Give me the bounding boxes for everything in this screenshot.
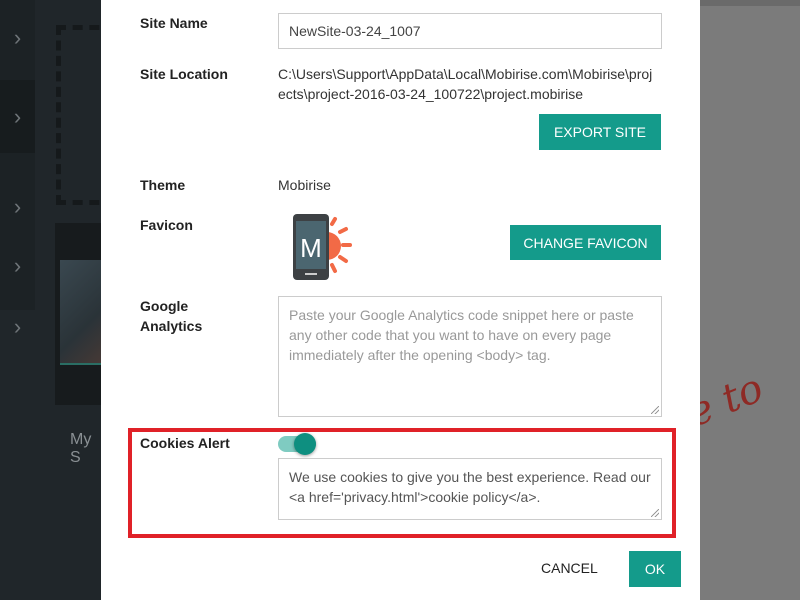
cookies-alert-textarea[interactable]: We use cookies to give you the best expe… [278,458,662,520]
cookies-alert-text: We use cookies to give you the best expe… [289,469,651,505]
canvas-top-bar [700,0,800,6]
toggle-knob [294,433,316,455]
sidebar: › › › › › [0,0,35,339]
site-location-line1: C:\Users\Support\AppData\Local\Mobirise.… [278,66,653,82]
site-card-label: My S [70,431,92,466]
resize-handle[interactable] [651,509,659,517]
ok-button[interactable]: OK [629,551,681,587]
google-analytics-textarea[interactable]: Paste your Google Analytics code snippet… [278,296,662,417]
background-app: › › › › › My S [0,0,116,600]
sidebar-chevron-4[interactable]: › [0,244,35,288]
site-name-label: Site Name [140,15,208,31]
sidebar-chevron-1[interactable]: › [0,18,35,58]
theme-label: Theme [140,177,186,193]
favicon-mobirise-icon: M [293,214,352,280]
export-site-button[interactable]: EXPORT SITE [539,114,661,150]
site-settings-modal: Site Name NewSite-03-24_1007 Site Locati… [101,0,700,600]
cancel-button[interactable]: CANCEL [541,560,598,576]
sidebar-chevron-3[interactable]: › [0,185,35,229]
cookies-alert-toggle[interactable] [278,433,316,455]
favicon-label: Favicon [140,217,193,233]
favicon-letter: M [300,233,322,263]
google-analytics-label-1: Google [140,298,189,314]
site-name-input[interactable]: NewSite-03-24_1007 [278,13,662,49]
resize-handle[interactable] [651,406,659,414]
google-analytics-placeholder: Paste your Google Analytics code snippet… [289,307,634,363]
google-analytics-label-2: Analytics [140,318,203,334]
background-canvas [700,0,800,600]
sidebar-chevron-5[interactable]: › [0,305,35,349]
sidebar-chevron-2[interactable]: › [0,80,35,153]
change-favicon-button[interactable]: CHANGE FAVICON [510,225,661,260]
site-location-line2: ects\project-2016-03-24_100722\project.m… [278,86,584,102]
cookies-alert-label: Cookies Alert [140,435,230,451]
site-location-label: Site Location [140,66,228,82]
theme-value: Mobirise [278,177,331,193]
